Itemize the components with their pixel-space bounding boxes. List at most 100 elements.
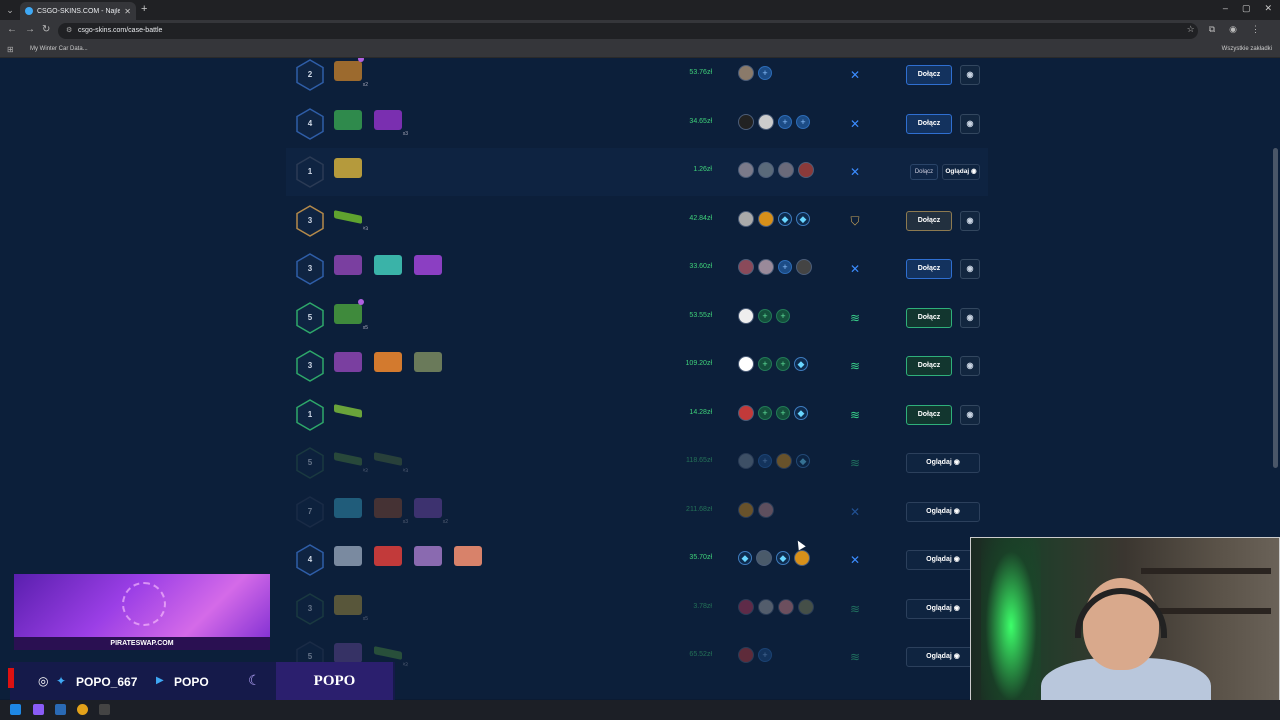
page-scrollbar[interactable] bbox=[1273, 148, 1278, 468]
join-button[interactable]: Dołącz bbox=[910, 164, 938, 180]
player-avatar[interactable] bbox=[798, 599, 814, 615]
join-button[interactable]: Dołącz bbox=[906, 114, 952, 134]
bot-slot-icon[interactable]: ◆ bbox=[738, 551, 752, 565]
watch-eye-icon[interactable]: ◉ bbox=[960, 114, 980, 134]
bot-slot-icon[interactable]: ◆ bbox=[776, 551, 790, 565]
apps-icon[interactable]: ⊞ bbox=[7, 45, 14, 54]
battle-row[interactable]: 1 1.26zł ✕ Dołącz Oglądaj ◉ bbox=[286, 148, 988, 196]
watch-eye-icon[interactable]: ◉ bbox=[960, 65, 980, 85]
player-avatar[interactable] bbox=[738, 453, 754, 469]
menu-icon[interactable]: ⋮ bbox=[1251, 24, 1260, 35]
all-bookmarks-folder[interactable]: Wszystkie zakładki bbox=[1222, 46, 1272, 52]
join-button[interactable]: Dołącz bbox=[906, 211, 952, 231]
player-avatar[interactable] bbox=[758, 259, 774, 275]
player-avatar[interactable] bbox=[776, 453, 792, 469]
watch-eye-icon[interactable]: ◉ bbox=[960, 356, 980, 376]
watch-button[interactable]: Oglądaj ◉ bbox=[906, 599, 980, 619]
watch-button[interactable]: Oglądaj ◉ bbox=[906, 647, 980, 667]
join-button[interactable]: Dołącz bbox=[906, 308, 952, 328]
tab-search-icon[interactable]: ⌄ bbox=[4, 4, 16, 16]
chrome-icon[interactable] bbox=[77, 704, 88, 715]
join-button[interactable]: Dołącz bbox=[906, 356, 952, 376]
app-icon[interactable] bbox=[99, 704, 110, 715]
player-avatar[interactable] bbox=[738, 502, 754, 518]
battle-row[interactable]: 1 14.28zł + + ◆ ≋ Dołącz ◉ bbox=[286, 391, 988, 439]
bot-slot-icon[interactable]: ◆ bbox=[794, 406, 808, 420]
start-icon[interactable] bbox=[10, 704, 21, 715]
empty-slot-plus-icon[interactable]: + bbox=[758, 454, 772, 468]
battle-row[interactable]: 4 35.70zł ◆ ◆ ✕ Oglądaj ◉ bbox=[286, 536, 988, 584]
close-tab-icon[interactable]: ✕ bbox=[124, 7, 131, 16]
player-avatar[interactable] bbox=[758, 114, 774, 130]
battle-row[interactable]: 3 109.20zł + + ◆ ≋ Dołącz ◉ bbox=[286, 342, 988, 390]
join-button[interactable]: Dołącz bbox=[906, 259, 952, 279]
app-icon[interactable] bbox=[33, 704, 44, 715]
join-button[interactable]: Dołącz bbox=[906, 65, 952, 85]
minimize-icon[interactable]: – bbox=[1223, 3, 1228, 14]
player-avatar[interactable] bbox=[778, 162, 794, 178]
bot-slot-icon[interactable]: ◆ bbox=[794, 357, 808, 371]
empty-slot-plus-icon[interactable]: + bbox=[778, 115, 792, 129]
battle-row[interactable]: 5 x5 53.55zł + + ≋ Dołącz ◉ bbox=[286, 294, 988, 342]
close-window-icon[interactable]: ✕ bbox=[1264, 3, 1272, 14]
watch-eye-icon[interactable]: ◉ bbox=[960, 259, 980, 279]
player-avatar[interactable] bbox=[758, 162, 774, 178]
player-avatar[interactable] bbox=[738, 599, 754, 615]
empty-slot-plus-icon[interactable]: + bbox=[758, 406, 772, 420]
watch-button[interactable]: Oglądaj ◉ bbox=[906, 453, 980, 473]
battle-row[interactable]: 3 33.60zł + ✕ Dołącz ◉ bbox=[286, 245, 988, 293]
profile-icon[interactable]: ◉ bbox=[1229, 24, 1237, 35]
maximize-icon[interactable]: ▢ bbox=[1242, 3, 1251, 14]
player-avatar[interactable] bbox=[738, 308, 754, 324]
reload-icon[interactable]: ↻ bbox=[42, 24, 50, 35]
empty-slot-plus-icon[interactable]: + bbox=[778, 260, 792, 274]
player-avatar[interactable] bbox=[738, 65, 754, 81]
player-avatar[interactable] bbox=[758, 211, 774, 227]
watch-button[interactable]: Oglądaj ◉ bbox=[906, 502, 980, 522]
player-avatar[interactable] bbox=[738, 259, 754, 275]
player-avatar[interactable] bbox=[738, 405, 754, 421]
watch-eye-icon[interactable]: ◉ bbox=[960, 405, 980, 425]
player-avatar[interactable] bbox=[796, 259, 812, 275]
player-avatar[interactable] bbox=[758, 599, 774, 615]
bookmark-star-icon[interactable]: ☆ bbox=[1187, 24, 1195, 35]
player-avatar[interactable] bbox=[738, 356, 754, 372]
empty-slot-plus-icon[interactable]: + bbox=[758, 309, 772, 323]
player-avatar[interactable] bbox=[738, 114, 754, 130]
back-icon[interactable]: ← bbox=[7, 24, 17, 35]
watch-button[interactable]: Oglądaj ◉ bbox=[906, 550, 980, 570]
bot-slot-icon[interactable]: ◆ bbox=[796, 454, 810, 468]
bot-slot-icon[interactable]: ◆ bbox=[796, 212, 810, 226]
player-avatar[interactable] bbox=[794, 550, 810, 566]
battle-row[interactable]: 2 x2 53.76zł + ✕ Dołącz ◉ bbox=[286, 58, 988, 99]
player-avatar[interactable] bbox=[758, 502, 774, 518]
watch-eye-icon[interactable]: ◉ bbox=[960, 308, 980, 328]
address-bar[interactable]: ⚙ csgo-skins.com/case-battle bbox=[58, 23, 1198, 39]
player-avatar[interactable] bbox=[738, 647, 754, 663]
empty-slot-plus-icon[interactable]: + bbox=[776, 357, 790, 371]
forward-icon[interactable]: → bbox=[25, 24, 35, 35]
watch-eye-icon[interactable]: ◉ bbox=[960, 211, 980, 231]
battle-row[interactable]: 3 x3 42.84zł ◆ ◆ ⛉ Dołącz ◉ bbox=[286, 197, 988, 245]
site-info-icon[interactable]: ⚙ bbox=[66, 23, 72, 39]
bookmark-item[interactable]: My Winter Car Data... bbox=[30, 46, 88, 52]
join-button[interactable]: Dołącz bbox=[906, 405, 952, 425]
new-tab-icon[interactable]: + bbox=[141, 3, 147, 15]
empty-slot-plus-icon[interactable]: + bbox=[758, 357, 772, 371]
empty-slot-plus-icon[interactable]: + bbox=[758, 66, 772, 80]
battle-row[interactable]: 3 x5 3.78zł ≋ Oglądaj ◉ bbox=[286, 585, 988, 633]
empty-slot-plus-icon[interactable]: + bbox=[796, 115, 810, 129]
player-avatar[interactable] bbox=[738, 162, 754, 178]
empty-slot-plus-icon[interactable]: + bbox=[776, 406, 790, 420]
battle-row[interactable]: 4 x3 34.65zł + + ✕ Dołącz ◉ bbox=[286, 100, 988, 148]
player-avatar[interactable] bbox=[778, 599, 794, 615]
steam-icon[interactable] bbox=[55, 704, 66, 715]
battle-row[interactable]: 7 x3 x2 211.68zł ✕ Oglądaj ◉ bbox=[286, 488, 988, 536]
battle-row[interactable]: 5 x2 x3 118.65zł + ◆ ≋ Oglądaj ◉ bbox=[286, 439, 988, 487]
watch-button[interactable]: Oglądaj ◉ bbox=[942, 164, 980, 180]
empty-slot-plus-icon[interactable]: + bbox=[776, 309, 790, 323]
player-avatar[interactable] bbox=[798, 162, 814, 178]
browser-tab[interactable]: CSGO-SKINS.COM - Najlep ✕ bbox=[20, 2, 136, 20]
player-avatar[interactable] bbox=[756, 550, 772, 566]
player-avatar[interactable] bbox=[738, 211, 754, 227]
